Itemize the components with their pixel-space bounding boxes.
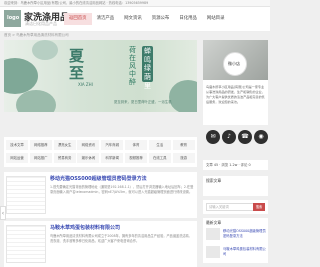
latest-article-thumbnail[interactable] bbox=[206, 246, 220, 258]
music-icon[interactable]: ♪ bbox=[222, 130, 236, 144]
article-title[interactable]: 马鞍木草鸡蛋包装材料有限公司 bbox=[50, 224, 120, 231]
category-link[interactable]: 网络资讯 bbox=[77, 140, 100, 150]
banner-pinyin: XIA ZHI bbox=[78, 82, 93, 87]
article-excerpt: 鸟鹿木所草用品清洗材料有限公司成立于2008年，拥有多年的清洁用品生产经验，产品… bbox=[50, 234, 192, 243]
weibo-icon[interactable]: ◉ bbox=[254, 130, 268, 144]
latest-article-item[interactable]: 马鞍木草鸡蛋包装材料有限公司 bbox=[206, 246, 266, 258]
search-widget: 请输入关键词 搜索 bbox=[203, 200, 268, 214]
category-link[interactable]: 生活 bbox=[148, 140, 171, 150]
category-link[interactable]: 漂亮女生 bbox=[53, 140, 76, 150]
category-grid: 技术文章 网络推荐 漂亮女生 网络资讯 汽车商城 体育 生活 教育网站运营 网站推广 贸易商务 娱乐… bbox=[4, 137, 197, 167]
main-nav: 返回首页 清洁产品 网文资讯 资源公布 日化用品 网站目录 bbox=[64, 13, 229, 25]
category-link[interactable]: 教育 bbox=[172, 140, 195, 150]
lotus-leaf-decoration bbox=[32, 40, 58, 60]
category-link[interactable]: 技术文章 bbox=[6, 140, 28, 150]
breadcrumb: 首页 > 鸟鹿木所草用品清洗材料有限公司 bbox=[4, 33, 69, 37]
nav-item-resources[interactable]: 资源公布 bbox=[147, 13, 175, 25]
category-link[interactable]: 科学新闻 bbox=[101, 153, 124, 163]
scroll-left-chevron-icon[interactable]: ‹ bbox=[0, 206, 6, 220]
search-widget-header: 搜索文章 bbox=[203, 176, 268, 196]
site-subtitle: 清洁日化用品产品 bbox=[25, 21, 57, 26]
lotus-leaf-decoration bbox=[4, 58, 38, 94]
category-link[interactable]: 网络推荐 bbox=[29, 140, 52, 150]
lotus-leaf-decoration bbox=[16, 90, 56, 112]
category-link[interactable]: 娱乐休闲 bbox=[77, 153, 100, 163]
article-excerpt: 1.首先要确定光猫背面的管理地址（通常是192.168.1.1），然后打开浏览器… bbox=[50, 185, 194, 194]
latest-widget-title: 最新文章 bbox=[206, 220, 222, 225]
banner-verse: 荷在风中醉 bbox=[129, 46, 136, 86]
category-link[interactable]: 网站运营 bbox=[6, 153, 28, 163]
article-card[interactable]: 移动光猫OSS000超级管理员密码登录方法 1.首先要确定光猫背面的管理地址（通… bbox=[4, 172, 197, 218]
latest-article-title[interactable]: 移动光猫OSS000超级管理员密码登录方法 bbox=[223, 229, 267, 238]
avatar-text: 微小店 bbox=[228, 61, 240, 66]
banner-title: 夏 至 bbox=[69, 48, 84, 82]
topbar: 欢迎来到：鸟鹿木所草小区用品(有限)公司，最小的在线清洁用品网站 · 热线电话：… bbox=[0, 0, 270, 7]
banner-title-char: 夏 bbox=[69, 47, 85, 65]
latest-article-title[interactable]: 马鞍木草鸡蛋包装材料有限公司 bbox=[223, 247, 267, 256]
category-link[interactable]: 在线工具 bbox=[148, 153, 171, 163]
category-link[interactable]: 贸易商务 bbox=[53, 153, 76, 163]
search-widget-title: 搜索文章 bbox=[206, 178, 222, 183]
header: logo 家洗涤用品 清洁日化用品产品 返回首页 清洁产品 网文资讯 资源公布 … bbox=[0, 7, 270, 32]
nav-item-daily[interactable]: 日化用品 bbox=[174, 13, 202, 25]
nav-item-directory[interactable]: 网站目录 bbox=[202, 13, 230, 25]
hero-banner[interactable]: 夏 至 XIA ZHI 荷在风中醉 蝉鸣绿荫里 夏至到来，夏日里荷叶正盛，一派生… bbox=[4, 40, 197, 112]
latest-articles-widget: 最新文章 移动光猫OSS000超级管理员密码登录方法 马鞍木草鸡蛋包装材料有限公… bbox=[203, 218, 268, 263]
author-description: 鸟鹿木所草小区用品(有限)公司是一家专业从事洗涤用品的研发、生产和销售的企业，为… bbox=[206, 85, 265, 104]
latest-article-item[interactable]: 移动光猫OSS000超级管理员密码登录方法 bbox=[206, 228, 266, 240]
category-link[interactable]: 体育 bbox=[125, 140, 147, 150]
search-button[interactable]: 搜索 bbox=[253, 203, 265, 211]
nav-item-products[interactable]: 清洁产品 bbox=[92, 13, 120, 25]
lotus-leaf-decoration bbox=[169, 80, 197, 112]
article-card[interactable]: 马鞍木草鸡蛋包装材料有限公司 鸟鹿木所草用品清洗材料有限公司成立于2008年，拥… bbox=[4, 221, 197, 267]
nav-item-home[interactable]: 返回首页 bbox=[64, 13, 92, 25]
article-title[interactable]: 移动光猫OSS000超级管理员密码登录方法 bbox=[50, 175, 147, 182]
banner-caption: 夏至到来，夏日里荷叶正盛，一派生机 bbox=[114, 100, 172, 104]
latest-article-thumbnail[interactable] bbox=[206, 228, 220, 240]
banner-title-char: 至 bbox=[69, 64, 85, 82]
mail-icon[interactable]: ✉ bbox=[206, 130, 220, 144]
article-thumbnail[interactable] bbox=[6, 225, 46, 263]
site-stats: 文章 45 · 浏览 1.2w · 评论 0 bbox=[203, 160, 268, 170]
nav-item-news[interactable]: 网文资讯 bbox=[119, 13, 147, 25]
search-input[interactable]: 请输入关键词 bbox=[206, 203, 254, 211]
topbar-text: 欢迎来到：鸟鹿木所草小区用品(有限)公司，最小的在线清洁用品网站 · 热线电话：… bbox=[4, 1, 149, 5]
category-link[interactable]: 旅游 bbox=[172, 153, 195, 163]
logo-text: logo bbox=[7, 15, 20, 21]
author-card: 微小店 鸟鹿木所草小区用品(有限)公司是一家专业从事洗涤用品的研发、生产和销售的… bbox=[203, 40, 268, 125]
category-link[interactable]: 视频推荐 bbox=[125, 153, 147, 163]
phone-icon[interactable]: ☎ bbox=[238, 130, 252, 144]
category-link[interactable]: 汽车商城 bbox=[101, 140, 124, 150]
avatar[interactable]: 微小店 bbox=[223, 52, 247, 76]
article-thumbnail[interactable] bbox=[6, 176, 46, 214]
banner-verse-badge: 蝉鸣绿荫里 bbox=[142, 46, 153, 90]
site-logo[interactable]: logo bbox=[4, 10, 21, 27]
category-link[interactable]: 网站推广 bbox=[29, 153, 52, 163]
